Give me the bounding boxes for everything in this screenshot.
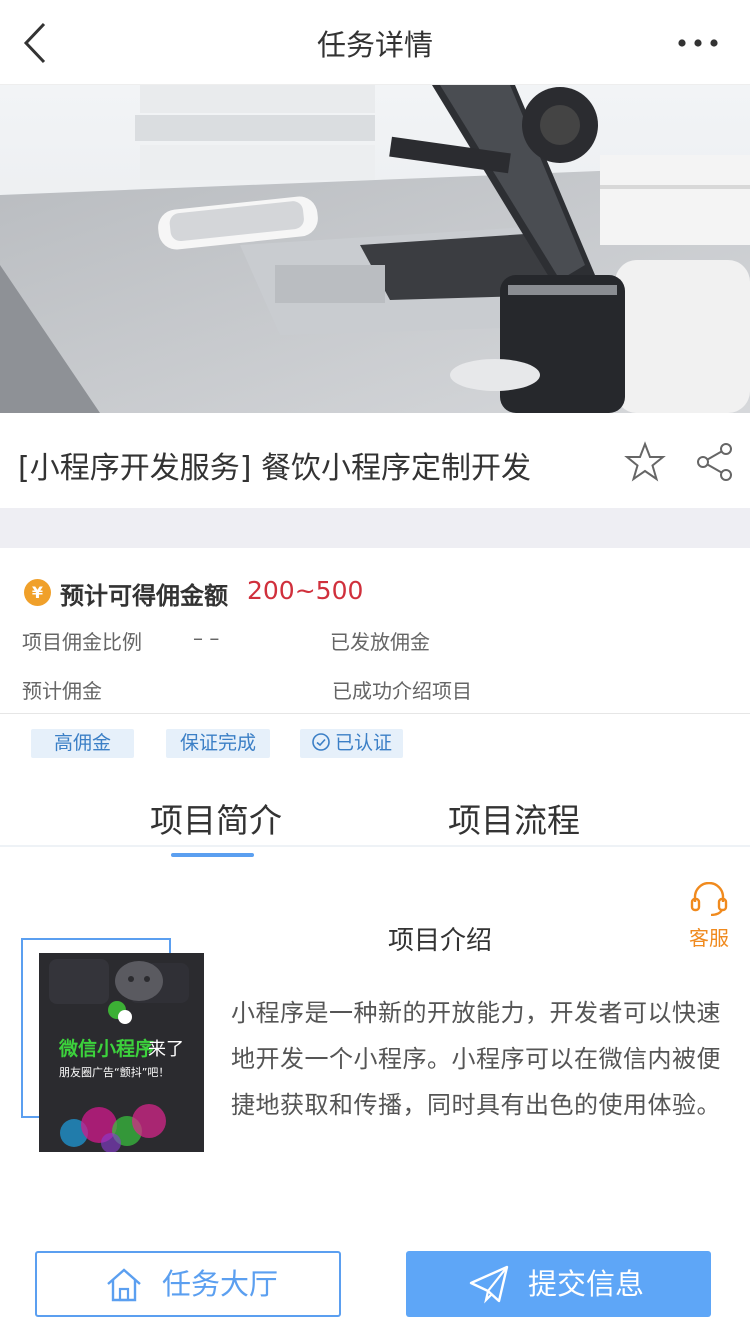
commission-label: 预计可得佣金额 bbox=[60, 582, 228, 610]
laptop-desk-photo bbox=[0, 85, 750, 413]
nav-bar: 任务详情 bbox=[0, 0, 750, 85]
tag-verified: 已认证 bbox=[300, 729, 403, 758]
active-tab-indicator bbox=[171, 853, 254, 857]
promo-line2: 朋友圈广告“颤抖”吧！ bbox=[59, 1065, 169, 1079]
task-hall-button[interactable]: 任务大厅 bbox=[35, 1251, 341, 1317]
task-title: [小程序开发服务] 餐饮小程序定制开发 bbox=[18, 451, 531, 486]
issued-label: 已发放佣金 bbox=[330, 630, 430, 654]
intro-heading: 项目介绍 bbox=[388, 926, 493, 956]
tab-bar: 项目简介 项目流程 bbox=[0, 790, 750, 847]
commission-panel: ¥ 预计可得佣金额 200~500 项目佣金比例 – – 已发放佣金 预计佣金 … bbox=[0, 548, 750, 714]
tab-process[interactable]: 项目流程 bbox=[448, 794, 580, 842]
promo-line1-rest: 来了 bbox=[148, 1039, 184, 1060]
coin-icon: ¥ bbox=[24, 579, 51, 606]
more-dots-icon bbox=[678, 39, 718, 47]
intro-text: 小程序是一种新的开放能力，开发者可以快速地开发一个小程序。小程序可以在微信内被便… bbox=[231, 999, 721, 1119]
tab-intro[interactable]: 项目简介 bbox=[150, 794, 282, 842]
hero-image bbox=[0, 85, 750, 413]
ratio-value: – – bbox=[193, 626, 220, 650]
submit-info-label: 提交信息 bbox=[528, 1267, 645, 1301]
paper-plane-icon bbox=[469, 1265, 509, 1304]
favorite-button[interactable] bbox=[624, 441, 666, 483]
share-button[interactable] bbox=[694, 441, 736, 483]
wechat-mini-program-art: 微信小程序 来了 朋友圈广告“颤抖”吧！ bbox=[39, 953, 204, 1152]
promo-line1-highlight: 微信小程序 bbox=[58, 1037, 154, 1060]
home-icon bbox=[107, 1268, 141, 1302]
ratio-label: 项目佣金比例 bbox=[22, 630, 142, 654]
more-button[interactable] bbox=[676, 28, 720, 58]
tag-guaranteed: 保证完成 bbox=[166, 729, 270, 758]
tag-verified-label: 已认证 bbox=[334, 732, 392, 754]
success-label: 已成功介绍项目 bbox=[332, 679, 472, 703]
star-icon bbox=[624, 441, 666, 482]
customer-service-button[interactable]: 客服 bbox=[686, 881, 732, 951]
tag-high-commission: 高佣金 bbox=[31, 729, 134, 758]
check-circle-icon bbox=[312, 733, 330, 751]
headset-icon bbox=[690, 881, 728, 917]
share-icon bbox=[697, 443, 732, 481]
task-hall-label: 任务大厅 bbox=[162, 1267, 279, 1301]
task-title-row: [小程序开发服务] 餐饮小程序定制开发 bbox=[0, 413, 750, 508]
estimate-label: 预计佣金 bbox=[22, 679, 102, 703]
mini-program-promo-image: 微信小程序 来了 朋友圈广告“颤抖”吧！ bbox=[39, 953, 204, 1152]
customer-service-label: 客服 bbox=[689, 926, 729, 950]
page-title: 任务详情 bbox=[316, 28, 433, 62]
submit-info-button[interactable]: 提交信息 bbox=[406, 1251, 711, 1317]
section-divider bbox=[0, 508, 750, 548]
commission-value: 200~500 bbox=[247, 576, 364, 605]
